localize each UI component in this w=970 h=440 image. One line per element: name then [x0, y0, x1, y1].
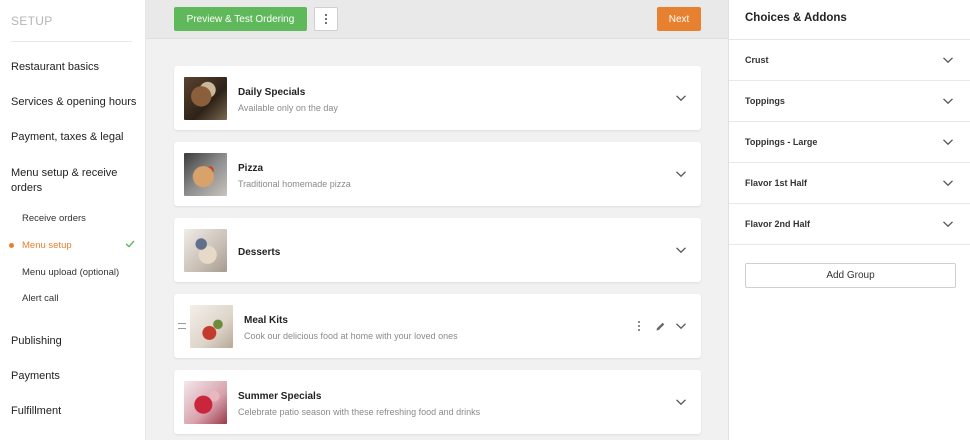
- category-thumbnail: [190, 305, 233, 348]
- sidebar-item-menu-setup-receive[interactable]: Menu setup & receive orders: [11, 166, 131, 196]
- sidebar-divider: [11, 41, 132, 42]
- addon-group-flavor-2nd-half[interactable]: Flavor 2nd Half: [729, 204, 970, 245]
- category-card-meal-kits[interactable]: Meal Kits Cook our delicious food at hom…: [174, 294, 701, 358]
- preview-test-ordering-button[interactable]: Preview & Test Ordering: [174, 7, 307, 31]
- drag-handle-icon[interactable]: [178, 323, 186, 329]
- addon-group-label: Toppings - Large: [745, 137, 818, 147]
- chevron-down-icon[interactable]: [942, 54, 954, 66]
- sidebar-subitem-alert-call[interactable]: Alert call: [22, 293, 58, 304]
- sidebar-title: SETUP: [11, 14, 53, 28]
- category-thumbnail: [184, 153, 227, 196]
- category-thumbnail: [184, 229, 227, 272]
- sidebar-item-restaurant-basics[interactable]: Restaurant basics: [11, 60, 139, 75]
- category-description: Traditional homemade pizza: [238, 179, 351, 189]
- addon-group-label: Flavor 1st Half: [745, 178, 808, 188]
- sidebar-subitem-receive-orders[interactable]: Receive orders: [22, 213, 86, 224]
- setup-sidebar: SETUP Restaurant basics Services & openi…: [0, 0, 146, 440]
- checkmark-icon: [125, 240, 135, 248]
- addon-group-toppings[interactable]: Toppings: [729, 81, 970, 122]
- active-indicator-dot: [9, 243, 14, 248]
- category-card-daily-specials[interactable]: Daily Specials Available only on the day: [174, 66, 701, 130]
- category-thumbnail: [184, 77, 227, 120]
- next-button[interactable]: Next: [657, 7, 701, 31]
- pencil-edit-icon[interactable]: [655, 321, 666, 332]
- addon-group-flavor-1st-half[interactable]: Flavor 1st Half: [729, 163, 970, 204]
- category-title: Pizza: [238, 163, 264, 174]
- chevron-down-icon[interactable]: [675, 168, 687, 180]
- addon-group-crust[interactable]: Crust: [729, 40, 970, 81]
- panel-title: Choices & Addons: [745, 12, 847, 24]
- category-title: Summer Specials: [238, 391, 322, 402]
- category-title: Meal Kits: [244, 315, 288, 326]
- addon-group-label: Toppings: [745, 96, 785, 106]
- chevron-down-icon[interactable]: [675, 396, 687, 408]
- add-group-button[interactable]: Add Group: [745, 263, 956, 288]
- category-thumbnail: [184, 381, 227, 424]
- chevron-down-icon[interactable]: [942, 136, 954, 148]
- choices-addons-panel: Choices & Addons Crust Toppings Toppings…: [728, 0, 970, 440]
- menu-toolbar: Preview & Test Ordering Next: [146, 0, 728, 39]
- category-title: Daily Specials: [238, 87, 306, 98]
- menu-categories-panel: Preview & Test Ordering Next Daily Speci…: [146, 0, 728, 440]
- sidebar-item-payments[interactable]: Payments: [11, 369, 139, 384]
- vertical-dots-icon: [638, 321, 640, 323]
- addon-group-label: Crust: [745, 55, 769, 65]
- vertical-dots-icon: [325, 14, 327, 16]
- sidebar-item-fulfillment[interactable]: Fulfillment: [11, 404, 139, 419]
- chevron-down-icon[interactable]: [942, 218, 954, 230]
- chevron-down-icon[interactable]: [942, 177, 954, 189]
- addon-group-toppings-large[interactable]: Toppings - Large: [729, 122, 970, 163]
- chevron-down-icon[interactable]: [942, 95, 954, 107]
- sidebar-item-payment-taxes[interactable]: Payment, taxes & legal: [11, 130, 139, 145]
- category-description: Celebrate patio season with these refres…: [238, 407, 481, 417]
- sidebar-item-services-hours[interactable]: Services & opening hours: [11, 95, 139, 110]
- more-options-button[interactable]: [314, 7, 338, 31]
- category-card-desserts[interactable]: Desserts: [174, 218, 701, 282]
- chevron-down-icon[interactable]: [675, 320, 687, 332]
- chevron-down-icon[interactable]: [675, 92, 687, 104]
- category-description: Available only on the day: [238, 103, 338, 113]
- category-card-summer-specials[interactable]: Summer Specials Celebrate patio season w…: [174, 370, 701, 434]
- sidebar-subitem-menu-setup[interactable]: Menu setup: [22, 240, 72, 251]
- category-description: Cook our delicious food at home with you…: [244, 331, 458, 341]
- category-card-pizza[interactable]: Pizza Traditional homemade pizza: [174, 142, 701, 206]
- addon-group-label: Flavor 2nd Half: [745, 219, 811, 229]
- sidebar-subitem-menu-upload[interactable]: Menu upload (optional): [22, 267, 119, 278]
- sidebar-item-publishing[interactable]: Publishing: [11, 334, 139, 349]
- category-title: Desserts: [238, 247, 281, 258]
- category-more-options-icon[interactable]: [637, 321, 641, 333]
- chevron-down-icon[interactable]: [675, 244, 687, 256]
